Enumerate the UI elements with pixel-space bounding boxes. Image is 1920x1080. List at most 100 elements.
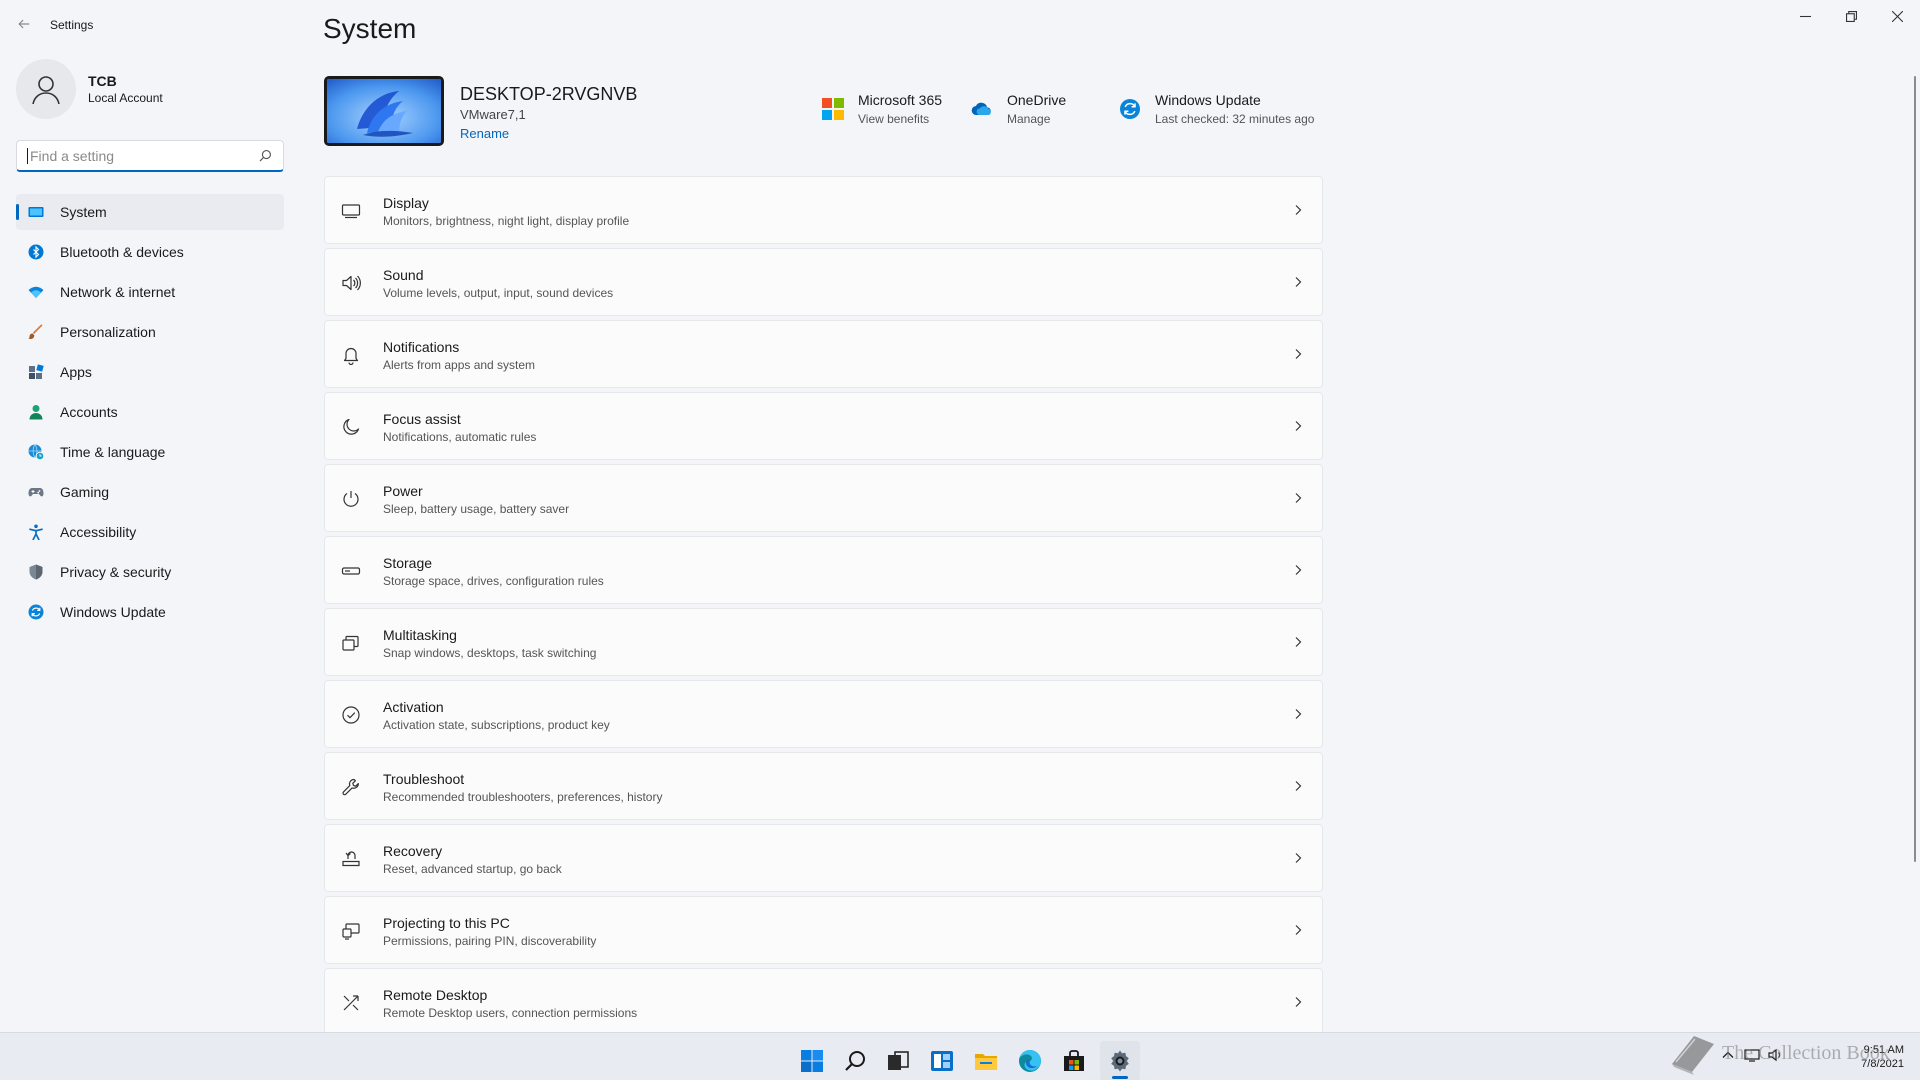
sidebar-item-gaming[interactable]: Gaming: [16, 474, 284, 510]
close-button[interactable]: [1874, 0, 1920, 32]
card-subtitle: Notifications, automatic rules: [383, 430, 537, 444]
sidebar-item-label: System: [60, 204, 107, 220]
card-title: Multitasking: [383, 627, 457, 643]
close-icon: [1891, 10, 1903, 22]
scrollbar[interactable]: [1914, 76, 1916, 862]
settings-card-storage[interactable]: Storage Storage space, drives, configura…: [324, 536, 1323, 604]
settings-card-multitasking[interactable]: Multitasking Snap windows, desktops, tas…: [324, 608, 1323, 676]
back-button[interactable]: [12, 10, 36, 38]
brush-icon: [28, 324, 44, 340]
settings-card-troubleshoot[interactable]: Troubleshoot Recommended troubleshooters…: [324, 752, 1323, 820]
sidebar-item-accessibility[interactable]: Accessibility: [16, 514, 284, 550]
bluetooth-icon: [28, 244, 44, 260]
settings-card-remote-desktop[interactable]: Remote Desktop Remote Desktop users, con…: [324, 968, 1323, 1036]
sidebar-item-personalization[interactable]: Personalization: [16, 314, 284, 350]
sidebar-item-network[interactable]: Network & internet: [16, 274, 284, 310]
quick-link-title: Microsoft 365: [858, 92, 943, 108]
remote-desktop-icon: [341, 993, 361, 1013]
sidebar-item-windows-update[interactable]: Windows Update: [16, 594, 284, 630]
card-subtitle: Remote Desktop users, connection permiss…: [383, 1006, 638, 1020]
device-model: VMware7,1: [460, 107, 526, 122]
search-icon: [259, 149, 273, 163]
user-profile[interactable]: TCB Local Account: [16, 58, 286, 120]
settings-card-recovery[interactable]: Recovery Reset, advanced startup, go bac…: [324, 824, 1323, 892]
active-app-indicator: [1112, 1076, 1128, 1079]
sidebar-item-privacy-security[interactable]: Privacy & security: [16, 554, 284, 590]
title-bar: Settings: [0, 0, 1920, 48]
edge-icon: [1019, 1050, 1041, 1072]
taskbar-search-button[interactable]: [836, 1041, 876, 1080]
gamepad-icon: [28, 484, 44, 500]
taskbar: 9:51 AM 7/8/2021: [0, 1032, 1920, 1080]
task-view-button[interactable]: [878, 1041, 918, 1080]
sidebar-item-bluetooth[interactable]: Bluetooth & devices: [16, 234, 284, 270]
quick-link-windows-update[interactable]: Windows Update Last checked: 32 minutes …: [1119, 90, 1314, 128]
settings-card-notifications[interactable]: Notifications Alerts from apps and syste…: [324, 320, 1323, 388]
moon-icon: [341, 417, 361, 437]
settings-card-display[interactable]: Display Monitors, brightness, night ligh…: [324, 176, 1323, 244]
settings-card-power[interactable]: Power Sleep, battery usage, battery save…: [324, 464, 1323, 532]
restore-button[interactable]: [1828, 0, 1874, 32]
settings-card-projecting[interactable]: Projecting to this PC Permissions, pairi…: [324, 896, 1323, 964]
edge-button[interactable]: [1010, 1041, 1050, 1080]
sidebar-item-label: Personalization: [60, 324, 156, 340]
sidebar-item-accounts[interactable]: Accounts: [16, 394, 284, 430]
speaker-icon: [341, 273, 361, 293]
settings-card-activation[interactable]: Activation Activation state, subscriptio…: [324, 680, 1323, 748]
sidebar-item-apps[interactable]: Apps: [16, 354, 284, 390]
system-icon: [28, 204, 44, 220]
chevron-right-icon: [1292, 276, 1304, 288]
chevron-right-icon: [1292, 348, 1304, 360]
widgets-button[interactable]: [922, 1041, 962, 1080]
card-subtitle: Sleep, battery usage, battery saver: [383, 502, 570, 516]
search-input[interactable]: [27, 147, 259, 164]
sidebar-item-label: Apps: [60, 364, 92, 380]
accounts-icon: [28, 404, 44, 420]
search-box[interactable]: [16, 140, 284, 172]
rename-link[interactable]: Rename: [460, 124, 637, 144]
settings-button[interactable]: [1100, 1041, 1140, 1080]
quick-link-subtitle: View benefits: [858, 112, 930, 126]
quick-link-microsoft-365[interactable]: Microsoft 365 View benefits: [822, 90, 942, 128]
sidebar-item-system[interactable]: System: [16, 194, 284, 230]
sidebar-item-label: Time & language: [60, 444, 166, 460]
card-subtitle: Activation state, subscriptions, product…: [383, 718, 610, 732]
recovery-icon: [341, 849, 361, 869]
card-title: Notifications: [383, 339, 460, 355]
store-icon: [1064, 1050, 1084, 1071]
restore-icon: [1845, 10, 1857, 22]
task-view-icon: [888, 1051, 909, 1070]
card-title: Sound: [383, 267, 424, 283]
wifi-icon: [28, 284, 44, 300]
chevron-right-icon: [1292, 636, 1304, 648]
quick-link-onedrive[interactable]: OneDrive Manage: [971, 90, 1066, 128]
chevron-right-icon: [1292, 852, 1304, 864]
back-arrow-icon: [18, 19, 30, 29]
file-explorer-button[interactable]: [966, 1041, 1006, 1080]
chevron-right-icon: [1292, 204, 1304, 216]
profile-name: TCB: [88, 73, 117, 89]
card-title: Activation: [383, 699, 444, 715]
store-button[interactable]: [1054, 1041, 1094, 1080]
card-subtitle: Storage space, drives, configuration rul…: [383, 574, 604, 588]
file-explorer-icon: [975, 1054, 997, 1070]
chevron-right-icon: [1292, 564, 1304, 576]
shield-icon: [28, 564, 44, 580]
search-icon: [845, 1051, 865, 1071]
device-name: DESKTOP-2RVGNVB: [460, 84, 638, 104]
settings-card-sound[interactable]: Sound Volume levels, output, input, soun…: [324, 248, 1323, 316]
sidebar-item-label: Bluetooth & devices: [60, 244, 184, 260]
card-title: Remote Desktop: [383, 987, 488, 1003]
minimize-button[interactable]: [1782, 0, 1828, 32]
start-button[interactable]: [792, 1041, 832, 1080]
wrench-icon: [341, 777, 361, 797]
watermark: The Collection Book: [1668, 1026, 1920, 1080]
sidebar-item-label: Network & internet: [60, 284, 176, 300]
microsoft-365-icon: [822, 98, 844, 120]
globe-clock-icon: [28, 444, 44, 460]
update-icon: [28, 604, 44, 620]
chevron-right-icon: [1292, 420, 1304, 432]
sidebar-item-time-language[interactable]: Time & language: [16, 434, 284, 470]
settings-card-focus-assist[interactable]: Focus assist Notifications, automatic ru…: [324, 392, 1323, 460]
storage-icon: [341, 561, 361, 581]
